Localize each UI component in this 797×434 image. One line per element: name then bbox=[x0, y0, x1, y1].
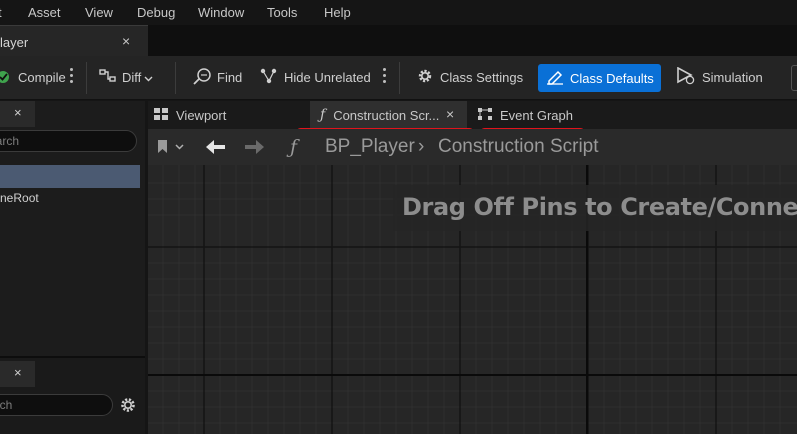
menu-tools[interactable]: Tools bbox=[267, 5, 297, 20]
chevron-down-icon bbox=[144, 70, 153, 85]
my-blueprint-search-placeholder: arch bbox=[0, 398, 13, 412]
simulation-icon bbox=[676, 66, 696, 88]
graph-hint-text: Drag Off Pins to Create/Connec bbox=[402, 193, 797, 221]
tab-construction-label: Construction Scr... bbox=[333, 107, 440, 123]
diff-icon bbox=[99, 68, 117, 87]
diff-button[interactable]: Diff bbox=[99, 64, 153, 90]
menu-window[interactable]: Window bbox=[198, 5, 244, 20]
toolbar-separator bbox=[175, 62, 176, 94]
compile-button[interactable]: Compile bbox=[0, 64, 66, 90]
function-icon: ƒ bbox=[320, 107, 326, 123]
toolbar-separator bbox=[399, 62, 400, 94]
components-search-input[interactable]: earch bbox=[0, 130, 137, 152]
menu-debug[interactable]: Debug bbox=[137, 5, 175, 20]
gear-icon bbox=[416, 67, 434, 88]
asset-tab[interactable]: layer × bbox=[0, 25, 148, 56]
hide-unrelated-button[interactable]: Hide Unrelated bbox=[260, 64, 371, 90]
menu-asset[interactable]: Asset bbox=[28, 5, 61, 20]
menu-view[interactable]: View bbox=[85, 5, 113, 20]
components-panel-tab[interactable]: × bbox=[0, 101, 35, 127]
toolbar-separator bbox=[86, 62, 87, 94]
pencil-icon bbox=[546, 69, 564, 88]
compile-options-icon[interactable] bbox=[70, 68, 74, 86]
breadcrumb-current: Construction Script bbox=[438, 136, 599, 157]
tab-construction-script[interactable]: ƒ Construction Scr... × bbox=[310, 101, 467, 129]
event-graph-icon bbox=[478, 107, 492, 123]
tab-construction-close-icon[interactable]: × bbox=[446, 106, 454, 122]
forward-arrow-icon[interactable] bbox=[243, 139, 265, 158]
my-blueprint-panel: × arch bbox=[0, 356, 145, 434]
class-defaults-button[interactable]: Class Defaults bbox=[538, 64, 661, 92]
tab-event-graph[interactable]: Event Graph bbox=[478, 101, 598, 129]
my-blueprint-panel-close-icon[interactable]: × bbox=[14, 365, 22, 380]
settings-gear-icon[interactable] bbox=[119, 396, 137, 417]
asset-tab-row: layer × bbox=[0, 25, 797, 56]
graph-tab-bar: Viewport ƒ Construction Scr... × Event G… bbox=[148, 101, 797, 129]
asset-tab-close-icon[interactable]: × bbox=[122, 33, 130, 49]
breadcrumb-separator-icon: › bbox=[418, 136, 425, 157]
components-panel-close-icon[interactable]: × bbox=[14, 105, 22, 120]
components-search-placeholder: earch bbox=[0, 134, 20, 148]
my-blueprint-panel-tab[interactable]: × bbox=[0, 361, 35, 387]
viewport-icon bbox=[154, 107, 168, 123]
components-panel: × earch neRoot × arch bbox=[0, 101, 145, 434]
class-settings-button[interactable]: Class Settings bbox=[416, 64, 523, 90]
asset-tab-label: layer bbox=[0, 35, 29, 50]
tab-viewport[interactable]: Viewport bbox=[154, 101, 304, 129]
find-label: Find bbox=[217, 69, 243, 85]
compile-label: Compile bbox=[18, 69, 66, 85]
class-settings-label: Class Settings bbox=[440, 69, 524, 85]
breadcrumb-function-icon: ƒ bbox=[290, 136, 298, 158]
simulation-button[interactable]: Simulation bbox=[676, 64, 763, 90]
toolbar: Compile Diff Find Hide Unrelated Class S… bbox=[0, 56, 797, 100]
tab-event-graph-label: Event Graph bbox=[500, 107, 573, 123]
menu-file[interactable]: t bbox=[0, 5, 2, 20]
class-defaults-label: Class Defaults bbox=[570, 70, 654, 86]
menu-bar: t Asset View Debug Window Tools Help bbox=[0, 0, 797, 25]
tree-row-selected[interactable] bbox=[0, 165, 140, 188]
bookmark-icon[interactable] bbox=[156, 139, 184, 158]
my-blueprint-search-input[interactable]: arch bbox=[0, 394, 113, 416]
toolbar-overflow-button[interactable] bbox=[791, 65, 797, 91]
simulation-label: Simulation bbox=[702, 69, 763, 85]
breadcrumb-bar: ƒ BP_Player › Construction Script bbox=[148, 129, 797, 165]
back-arrow-icon[interactable] bbox=[205, 139, 227, 158]
breadcrumb-blueprint[interactable]: BP_Player bbox=[325, 136, 415, 158]
hide-unrelated-icon bbox=[260, 68, 278, 87]
hide-unrelated-options-icon[interactable] bbox=[383, 68, 387, 86]
diff-label: Diff bbox=[122, 69, 142, 85]
find-icon bbox=[193, 67, 213, 88]
tab-viewport-label: Viewport bbox=[176, 107, 227, 123]
compile-icon bbox=[0, 68, 11, 87]
hide-unrelated-label: Hide Unrelated bbox=[284, 69, 371, 85]
tree-item-scene-root[interactable]: neRoot bbox=[0, 191, 39, 205]
graph-editor[interactable]: Viewport ƒ Construction Scr... × Event G… bbox=[148, 101, 797, 434]
find-button[interactable]: Find bbox=[193, 64, 242, 90]
menu-help[interactable]: Help bbox=[324, 5, 351, 20]
graph-hint-overlay: Drag Off Pins to Create/Connec bbox=[393, 185, 797, 231]
